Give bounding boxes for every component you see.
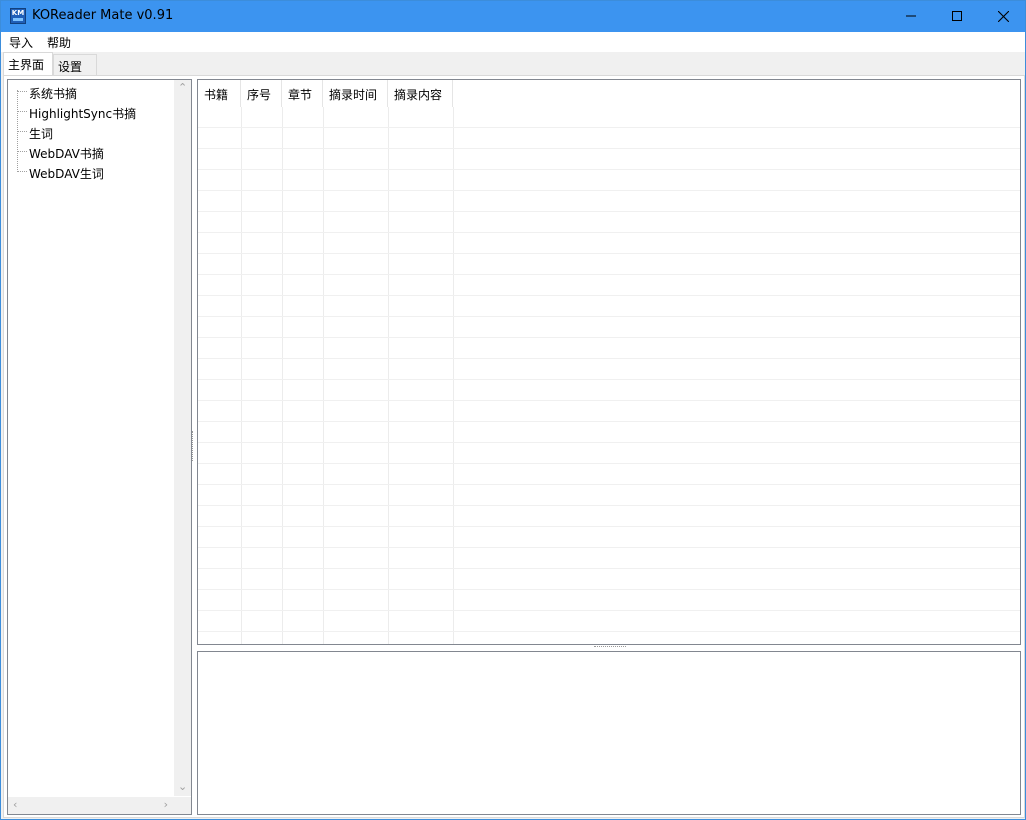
tab-main[interactable]: 主界面 [3, 52, 53, 76]
scroll-left-icon[interactable]: ‹ [13, 799, 17, 810]
table-row[interactable] [198, 296, 1020, 317]
table-row[interactable] [198, 611, 1020, 632]
table-row[interactable] [198, 422, 1020, 443]
table-row[interactable] [198, 254, 1020, 275]
highlights-table[interactable]: 书籍 序号 章节 摘录时间 摘录内容 [197, 79, 1021, 645]
table-row[interactable] [198, 317, 1020, 338]
table-row[interactable] [198, 632, 1020, 644]
table-row[interactable] [198, 212, 1020, 233]
column-header-time[interactable]: 摘录时间 [323, 80, 388, 107]
maximize-button[interactable] [934, 1, 980, 32]
tree-horizontal-scrollbar[interactable]: ‹ › [8, 797, 174, 814]
maximize-icon [952, 11, 962, 21]
scroll-up-icon[interactable]: ⌃ [178, 82, 187, 93]
table-row[interactable] [198, 527, 1020, 548]
tree-vertical-scrollbar[interactable]: ⌃ ⌄ [174, 80, 191, 796]
table-row[interactable] [198, 233, 1020, 254]
tab-settings[interactable]: 设置 [53, 54, 97, 76]
detail-text-area[interactable] [197, 651, 1021, 815]
table-row[interactable] [198, 401, 1020, 422]
table-row[interactable] [198, 443, 1020, 464]
minimize-icon [906, 15, 916, 17]
menu-import[interactable]: 导入 [7, 34, 35, 51]
horizontal-splitter-handle[interactable] [594, 646, 626, 650]
window-title: KOReader Mate v0.91 [32, 8, 174, 23]
scrollbar-corner [174, 797, 191, 814]
close-icon [998, 11, 1009, 22]
minimize-button[interactable] [888, 1, 934, 32]
table-row[interactable] [198, 275, 1020, 296]
column-header-content[interactable]: 摘录内容 [388, 80, 453, 107]
table-row[interactable] [198, 380, 1020, 401]
table-row[interactable] [198, 590, 1020, 611]
close-button[interactable] [980, 1, 1026, 32]
scroll-down-icon[interactable]: ⌄ [178, 781, 187, 792]
table-header: 书籍 序号 章节 摘录时间 摘录内容 [198, 80, 1020, 107]
table-row[interactable] [198, 506, 1020, 527]
scroll-right-icon[interactable]: › [164, 799, 168, 810]
vertical-splitter-handle[interactable] [192, 431, 195, 461]
table-row[interactable] [198, 569, 1020, 590]
table-row[interactable] [198, 107, 1020, 128]
table-row[interactable] [198, 548, 1020, 569]
menu-bar: 导入 帮助 [1, 32, 1025, 52]
column-header-book[interactable]: 书籍 [198, 80, 241, 107]
table-row[interactable] [198, 338, 1020, 359]
tab-strip: 主界面 设置 [1, 52, 1025, 76]
table-row[interactable] [198, 149, 1020, 170]
table-row[interactable] [198, 359, 1020, 380]
table-row[interactable] [198, 128, 1020, 149]
menu-help[interactable]: 帮助 [45, 34, 73, 51]
column-header-chapter[interactable]: 章节 [282, 80, 323, 107]
app-logo-icon: KM [10, 8, 26, 24]
app-window: KM KOReader Mate v0.91 导入 帮助 主界面 设置 系统书摘… [0, 0, 1026, 820]
table-row[interactable] [198, 191, 1020, 212]
table-row[interactable] [198, 170, 1020, 191]
table-row[interactable] [198, 485, 1020, 506]
column-header-index[interactable]: 序号 [241, 80, 282, 107]
tree-connector [17, 90, 18, 170]
category-tree[interactable]: 系统书摘 HighlightSync书摘 生词 WebDAV书摘 WebDAV生… [7, 79, 192, 815]
title-bar[interactable]: KM KOReader Mate v0.91 [1, 1, 1025, 32]
main-tab-panel: 系统书摘 HighlightSync书摘 生词 WebDAV书摘 WebDAV生… [3, 75, 1025, 818]
table-row[interactable] [198, 464, 1020, 485]
